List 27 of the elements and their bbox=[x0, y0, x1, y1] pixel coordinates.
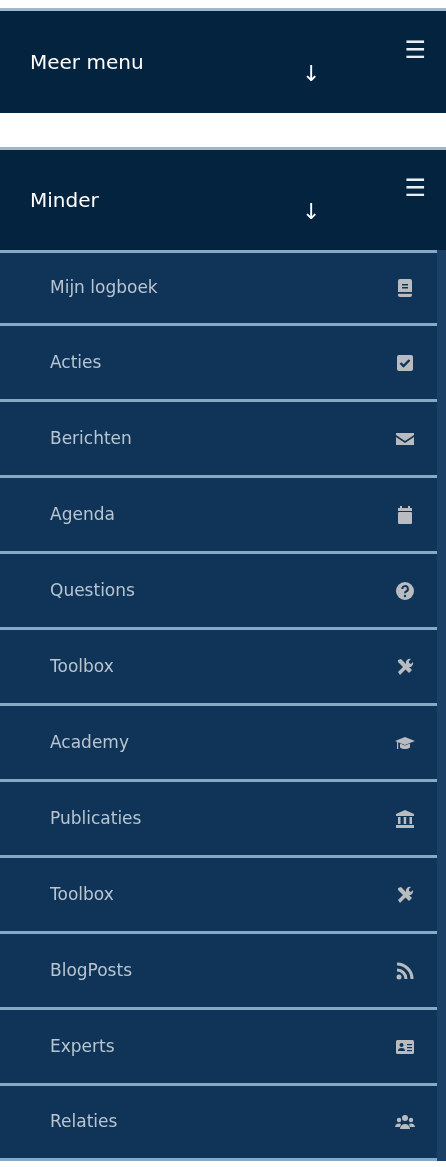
tools-icon bbox=[395, 884, 415, 905]
question-icon bbox=[395, 580, 415, 601]
menu-item[interactable]: Mijn logboek bbox=[0, 250, 437, 326]
menu-title: Meer menu bbox=[30, 49, 145, 76]
calendar-icon bbox=[395, 504, 415, 525]
notebook-icon bbox=[395, 278, 415, 298]
menu-item[interactable]: Toolbox bbox=[0, 858, 437, 934]
menu-item[interactable]: Questions bbox=[0, 554, 437, 630]
checkbox-icon bbox=[395, 352, 415, 373]
arrow-icon: ↓ bbox=[302, 56, 321, 90]
menu-item[interactable]: BlogPosts bbox=[0, 934, 437, 1010]
menu-item[interactable]: Acties bbox=[0, 326, 437, 402]
menu-item[interactable]: Agenda bbox=[0, 478, 437, 554]
menu-button[interactable]: ☰ bbox=[404, 38, 426, 62]
menu-item[interactable]: Berichten bbox=[0, 402, 437, 478]
menu-item[interactable]: Relaties bbox=[0, 1086, 437, 1161]
menu-item[interactable]: Academy bbox=[0, 706, 437, 782]
menu-button[interactable]: ☰ bbox=[404, 176, 426, 200]
menu-item[interactable]: Publicaties bbox=[0, 782, 437, 858]
users-icon bbox=[395, 1112, 415, 1132]
rss-icon bbox=[395, 960, 415, 981]
menu-item[interactable]: Experts bbox=[0, 1010, 437, 1086]
bank-icon bbox=[395, 808, 415, 829]
menu-title: Minder bbox=[30, 187, 100, 214]
tools-icon bbox=[395, 656, 415, 677]
menu-item[interactable]: Toolbox bbox=[0, 630, 437, 706]
arrow-icon: ↓ bbox=[302, 194, 321, 228]
